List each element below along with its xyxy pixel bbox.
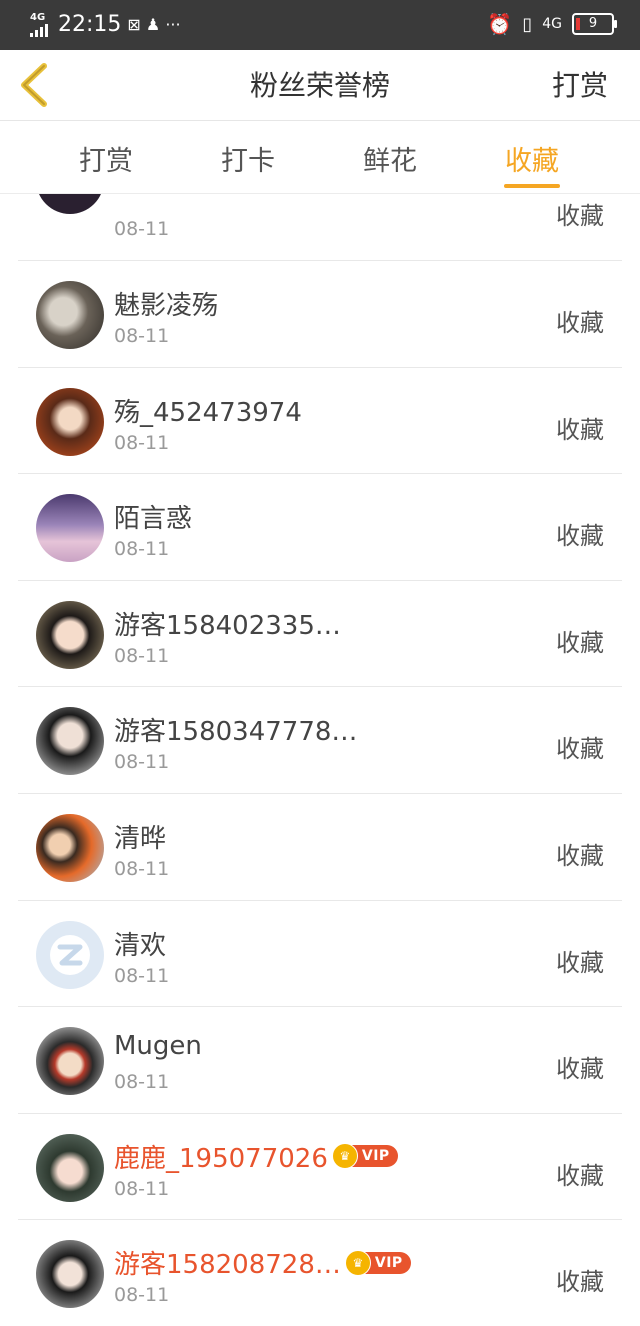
user-name: 殇_452473974 — [114, 397, 302, 428]
date: 08-11 — [114, 1284, 170, 1307]
date: 08-11 — [114, 1177, 170, 1200]
signal-icon — [30, 23, 48, 37]
list-item[interactable]: 陌言惑 08-11 收藏 — [18, 474, 622, 581]
crown-icon: ♛ — [344, 1249, 371, 1276]
user-name: 清晔 — [114, 823, 167, 854]
user-name: 游客1580347778… — [114, 717, 358, 748]
vibrate-icon: ▯ — [522, 13, 533, 35]
date: 08-11 — [114, 325, 170, 347]
tab-reward[interactable]: 打赏 — [56, 139, 156, 178]
date: 08-11 — [114, 964, 170, 987]
mobile-data-label: 4G — [542, 16, 562, 32]
list-item[interactable]: Mugen 08-11 收藏 — [18, 1007, 622, 1114]
action-label: 收藏 — [556, 522, 604, 551]
date: 08-11 — [114, 431, 170, 454]
date: 08-11 — [114, 751, 170, 774]
fan-list: 郁田 08-11 收藏 魅影凌殇 08-11 收藏 殇_452473974 08… — [0, 146, 640, 1326]
vip-badge: ♛ VIP — [344, 1249, 411, 1276]
list-item[interactable]: 鹿鹿_195077026 ♛ VIP 08-11 收藏 — [18, 1114, 622, 1221]
date: 08-11 — [114, 218, 170, 240]
avatar — [36, 920, 104, 989]
network-type: 4G — [30, 11, 46, 23]
date: 08-11 — [114, 1071, 170, 1094]
date: 08-11 — [114, 644, 170, 667]
network-indicator: 4G — [30, 11, 48, 37]
action-label: 收藏 — [556, 309, 604, 337]
avatar — [36, 707, 104, 776]
avatar — [36, 1133, 104, 1202]
avatar — [36, 1240, 104, 1309]
avatar — [36, 494, 104, 563]
user-name: 清欢 — [114, 930, 167, 961]
user-name: 魅影凌殇 — [114, 291, 219, 321]
action-label: 收藏 — [556, 841, 604, 870]
avatar — [36, 1027, 104, 1096]
avatar — [36, 813, 104, 882]
action-label: 收藏 — [556, 415, 604, 444]
list-item[interactable]: 游客158402335… 08-11 收藏 — [18, 581, 622, 688]
action-label: 收藏 — [556, 1268, 604, 1297]
app-header: 粉丝荣誉榜 打赏 — [0, 50, 640, 121]
tab-favorites[interactable]: 收藏 — [482, 139, 582, 188]
vip-badge: ♛ VIP — [331, 1143, 398, 1170]
user-name: 游客158402335… — [114, 610, 341, 641]
action-label: 收藏 — [556, 628, 604, 657]
user-name: 陌言惑 — [114, 504, 193, 535]
avatar — [36, 281, 104, 349]
action-label: 收藏 — [556, 948, 604, 977]
avatar — [36, 600, 104, 669]
action-label: 收藏 — [556, 1055, 604, 1084]
action-label: 收藏 — [556, 1161, 604, 1190]
page-title: 粉丝荣誉榜 — [249, 69, 390, 102]
reward-button[interactable]: 打赏 — [552, 64, 608, 104]
user-name: 鹿鹿_195077026 ♛ VIP — [114, 1138, 398, 1175]
clock: 22:15 — [58, 12, 122, 37]
date: 08-11 — [114, 538, 170, 561]
list-item[interactable]: 游客1580347778… 08-11 收藏 — [18, 687, 622, 794]
default-avatar-icon — [50, 934, 90, 975]
user-name: Mugen — [114, 1031, 202, 1062]
tab-bar: 打赏 打卡 鲜花 收藏 — [0, 121, 640, 194]
tab-flowers[interactable]: 鲜花 — [340, 139, 440, 178]
alarm-icon: ⏰ — [487, 12, 513, 36]
list-item[interactable]: 魅影凌殇 08-11 收藏 — [18, 261, 622, 368]
list-item[interactable]: 清晔 08-11 收藏 — [18, 794, 622, 901]
battery-level: 9 — [588, 16, 598, 31]
list-item[interactable]: 清欢 08-11 收藏 — [18, 901, 622, 1008]
status-bar: 4G 22:15 ⊠ ♟ ··· ⏰ ▯ 4G 9 — [0, 0, 640, 50]
list-item[interactable]: 游客158208728… ♛ VIP 08-11 收藏 — [18, 1220, 622, 1326]
crown-icon: ♛ — [331, 1143, 358, 1170]
list-item[interactable]: 殇_452473974 08-11 收藏 — [18, 368, 622, 475]
action-label: 收藏 — [556, 735, 604, 764]
tab-checkin[interactable]: 打卡 — [198, 139, 298, 178]
battery-icon: 9 — [572, 13, 617, 35]
avatar — [36, 387, 104, 456]
action-label: 收藏 — [556, 202, 604, 230]
user-name-text: 鹿鹿_195077026 — [114, 1143, 328, 1174]
notification-icon: ⊠ ♟ ··· — [127, 15, 181, 34]
date: 08-11 — [114, 857, 170, 880]
